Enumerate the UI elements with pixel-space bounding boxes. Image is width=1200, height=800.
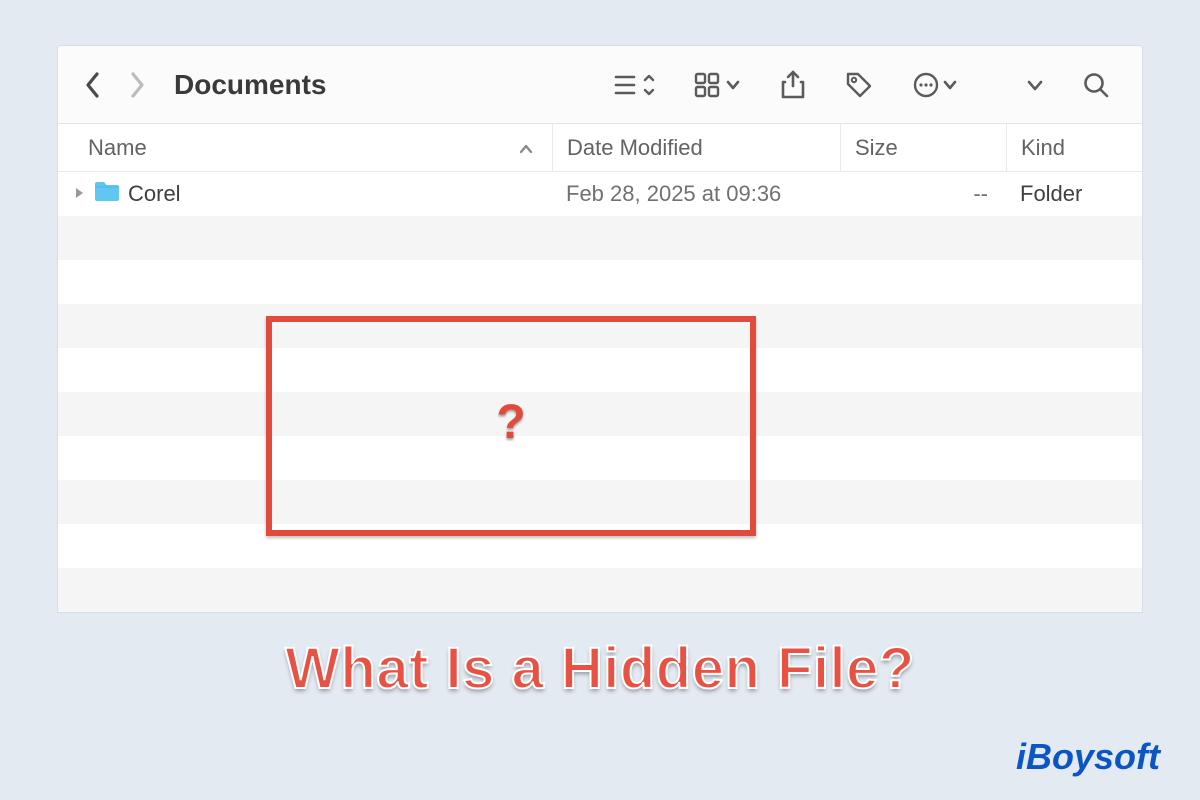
disclosure-triangle-icon[interactable] (72, 184, 86, 205)
table-row (58, 216, 1142, 260)
file-list: Corel Feb 28, 2025 at 09:36 -- Folder (58, 172, 1142, 612)
search-button[interactable] (1068, 65, 1124, 105)
column-header-date[interactable]: Date Modified (552, 124, 840, 171)
column-header-date-label: Date Modified (567, 135, 703, 161)
column-header-name[interactable]: Name (58, 135, 552, 161)
column-header-kind[interactable]: Kind (1006, 124, 1142, 171)
list-view-icon (612, 71, 656, 99)
table-row (58, 524, 1142, 568)
toolbar: Documents (58, 46, 1142, 124)
table-row (58, 348, 1142, 392)
table-row[interactable]: Corel Feb 28, 2025 at 09:36 -- Folder (58, 172, 1142, 216)
back-button[interactable] (76, 65, 110, 105)
folder-icon (94, 180, 120, 208)
share-icon (780, 70, 806, 100)
grid-group-icon (694, 71, 742, 99)
group-by-button[interactable] (680, 65, 756, 105)
ellipsis-circle-icon (912, 71, 958, 99)
table-row (58, 480, 1142, 524)
caption-text: What Is a Hidden File? (0, 635, 1200, 702)
search-icon (1082, 71, 1110, 99)
dropdown-button[interactable] (1012, 65, 1058, 105)
row-kind: Folder (1006, 181, 1142, 207)
column-header-size[interactable]: Size (840, 124, 1006, 171)
column-header-row: Name Date Modified Size Kind (58, 124, 1142, 172)
more-actions-button[interactable] (898, 65, 972, 105)
column-header-size-label: Size (855, 135, 898, 161)
row-name: Corel (128, 181, 181, 207)
sort-ascending-icon (518, 135, 534, 161)
row-date: Feb 28, 2025 at 09:36 (552, 181, 840, 207)
chevron-right-icon (128, 71, 146, 99)
table-row (58, 304, 1142, 348)
tag-icon (844, 70, 874, 100)
row-size: -- (840, 181, 1006, 207)
window-title: Documents (174, 69, 326, 101)
view-list-button[interactable] (598, 65, 670, 105)
table-row (58, 568, 1142, 612)
column-header-name-label: Name (88, 135, 147, 161)
brand-logo: iBoysoft (1016, 736, 1160, 778)
forward-button[interactable] (120, 65, 154, 105)
table-row (58, 260, 1142, 304)
chevron-left-icon (84, 71, 102, 99)
chevron-down-icon (1026, 78, 1044, 92)
tag-button[interactable] (830, 65, 888, 105)
share-button[interactable] (766, 65, 820, 105)
finder-window: Documents (58, 46, 1142, 612)
table-row (58, 436, 1142, 480)
table-row (58, 392, 1142, 436)
column-header-kind-label: Kind (1021, 135, 1065, 161)
